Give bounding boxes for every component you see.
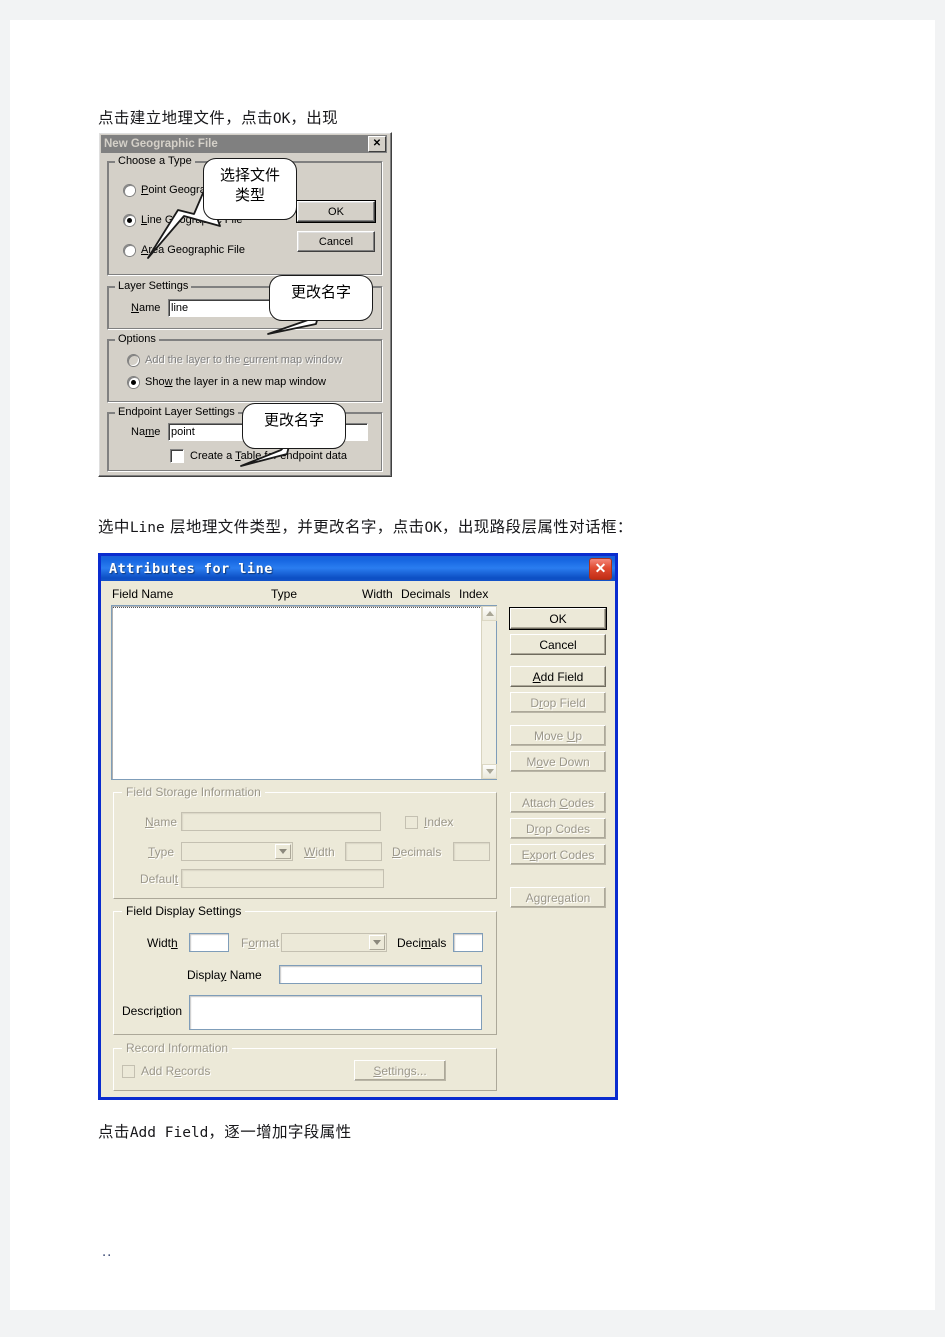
document-page: 点击建立地理文件，点击OK，出现 New Geographic File ✕ C… xyxy=(10,20,935,1310)
footer-mark: .. xyxy=(102,1245,113,1260)
record-information-group: Record Information Add Records Settings.… xyxy=(113,1041,497,1091)
callout-change-name-1: 更改名字 xyxy=(269,275,373,321)
display-name-label: Display Name xyxy=(187,968,262,982)
display-description-input[interactable] xyxy=(189,995,482,1030)
endpoint-name-label: Name xyxy=(131,426,161,438)
display-format-label: Format xyxy=(241,936,280,950)
paragraph-3-post: ，逐一增加字段属性 xyxy=(208,1123,352,1141)
record-settings-button: Settings... xyxy=(354,1060,446,1081)
paragraph-1-post: ，出现 xyxy=(290,109,339,127)
field-display-legend: Field Display Settings xyxy=(122,904,246,918)
export-codes-button: Export Codes xyxy=(510,844,606,865)
checkbox-indicator xyxy=(170,449,184,463)
chevron-down-icon xyxy=(275,844,291,859)
storage-decimals-input xyxy=(453,842,490,861)
field-storage-information-group: Field Storage Information Name Index Typ… xyxy=(113,785,497,899)
paragraph-2: 选中Line 层地理文件类型，并更改名字，点击OK，出现路段层属性对话框： xyxy=(98,515,633,537)
column-header-width: Width xyxy=(362,587,393,601)
display-decimals-label: Decimals xyxy=(397,936,447,950)
storage-type-select xyxy=(181,842,293,861)
callout-change-name-2: 更改名字 xyxy=(242,403,346,449)
move-down-button: Move Down xyxy=(510,751,606,772)
storage-index-checkbox: Index xyxy=(405,815,453,829)
display-description-label: Description xyxy=(122,1004,183,1018)
options-group: Options Add the layer to the current map… xyxy=(107,333,383,403)
drop-field-button: Drop Field xyxy=(510,692,606,713)
paragraph-3-cmd: Add Field xyxy=(129,1125,209,1141)
paragraph-2-line: Line xyxy=(129,520,165,536)
ok-button[interactable]: OK xyxy=(509,607,607,630)
dialog-titlebar[interactable]: New Geographic File ✕ xyxy=(101,135,387,153)
display-format-select xyxy=(281,933,387,952)
field-display-settings-group: Field Display Settings Width Format Deci… xyxy=(113,904,497,1035)
radio-add-layer-current-map: Add the layer to the current map window xyxy=(128,354,342,366)
close-icon[interactable]: ✕ xyxy=(368,136,386,152)
display-width-input[interactable] xyxy=(189,933,229,952)
paragraph-3: 点击Add Field，逐一增加字段属性 xyxy=(98,1120,352,1142)
display-name-input[interactable] xyxy=(279,965,482,984)
field-list[interactable] xyxy=(111,605,497,780)
field-list-scrollbar[interactable] xyxy=(481,606,497,779)
storage-type-label: Type xyxy=(148,845,175,859)
endpoint-layer-settings-legend: Endpoint Layer Settings xyxy=(115,406,238,418)
radio-label: Show the layer in a new map window xyxy=(145,376,326,388)
storage-decimals-label: Decimals xyxy=(392,845,442,859)
storage-default-input xyxy=(181,869,384,888)
layer-settings-legend: Layer Settings xyxy=(115,280,192,292)
checkbox-indicator xyxy=(405,815,418,829)
paragraph-2-ok: OK xyxy=(424,520,442,536)
drop-codes-button: Drop Codes xyxy=(510,818,606,839)
radio-indicator xyxy=(128,354,139,366)
chevron-down-icon xyxy=(369,935,385,950)
scroll-up-icon[interactable] xyxy=(482,606,497,621)
scroll-down-icon[interactable] xyxy=(482,764,497,779)
layer-name-label: Name xyxy=(131,302,161,314)
checkbox-label: Add Records xyxy=(141,1064,211,1078)
checkbox-indicator xyxy=(122,1064,135,1078)
attach-codes-button: Attach Codes xyxy=(510,792,606,813)
paragraph-3-pre: 点击 xyxy=(98,1123,130,1141)
display-decimals-input[interactable] xyxy=(453,933,483,952)
add-field-button[interactable]: Add Field xyxy=(510,666,606,687)
move-up-button: Move Up xyxy=(510,725,606,746)
radio-indicator xyxy=(128,376,139,388)
storage-default-label: Default xyxy=(140,872,179,886)
column-header-field-name: Field Name xyxy=(112,587,174,601)
storage-width-label: Width xyxy=(304,845,335,859)
add-records-checkbox: Add Records xyxy=(122,1064,210,1078)
storage-name-input xyxy=(181,812,381,831)
column-header-index: Index xyxy=(459,587,489,601)
attributes-titlebar[interactable]: Attributes for line ✕ xyxy=(101,556,615,581)
cancel-button[interactable]: Cancel xyxy=(510,634,606,655)
attributes-dialog-title: Attributes for line xyxy=(109,560,273,577)
storage-width-input xyxy=(345,842,382,861)
display-width-label: Width xyxy=(147,936,178,950)
paragraph-1: 点击建立地理文件，点击OK，出现 xyxy=(98,106,338,128)
column-header-decimals: Decimals xyxy=(401,587,451,601)
attributes-dialog: Attributes for line ✕ Field Name Type Wi… xyxy=(98,553,618,1100)
paragraph-2-pre: 选中 xyxy=(98,518,130,536)
paragraph-2-post: ，出现路段层属性对话框： xyxy=(441,518,633,536)
options-legend: Options xyxy=(115,333,159,345)
choose-a-type-legend: Choose a Type xyxy=(115,155,195,167)
paragraph-1-pre: 点击建立地理文件，点击 xyxy=(98,109,273,127)
dialog-title: New Geographic File xyxy=(104,138,218,150)
cancel-button[interactable]: Cancel xyxy=(297,231,375,252)
radio-label: Add the layer to the current map window xyxy=(145,354,342,366)
paragraph-1-ok: OK xyxy=(272,111,291,127)
checkbox-label: Index xyxy=(424,815,454,829)
field-storage-legend: Field Storage Information xyxy=(122,785,265,799)
focus-indicator xyxy=(113,607,482,608)
record-information-legend: Record Information xyxy=(122,1041,233,1055)
radio-show-layer-new-map[interactable]: Show the layer in a new map window xyxy=(128,376,326,388)
ok-button[interactable]: OK xyxy=(297,201,375,222)
storage-name-label: Name xyxy=(145,815,178,829)
aggregation-button: Aggregation xyxy=(510,887,606,908)
callout-select-file-type: 选择文件 类型 xyxy=(203,158,297,220)
column-header-type: Type xyxy=(271,587,298,601)
close-icon[interactable]: ✕ xyxy=(589,558,612,580)
paragraph-2-mid: 层地理文件类型，并更改名字，点击 xyxy=(164,518,425,536)
